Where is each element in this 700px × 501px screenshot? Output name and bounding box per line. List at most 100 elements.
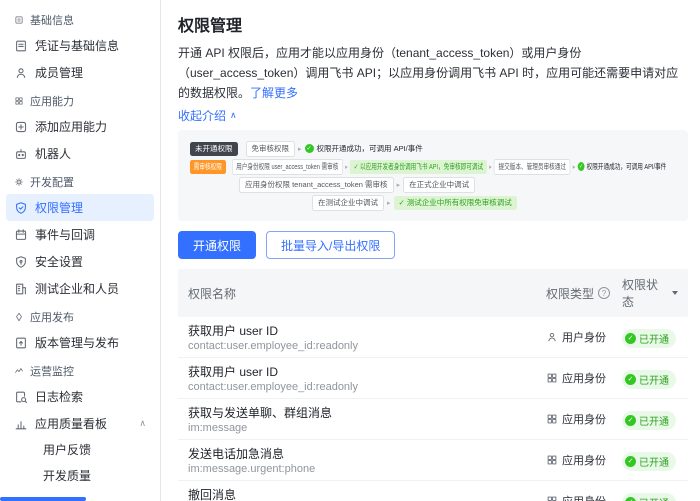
arrow-right-icon: ▸ bbox=[489, 163, 492, 171]
sidebar-section-label: 基础信息 bbox=[30, 12, 74, 28]
status-badge: ✓已开通 bbox=[622, 493, 676, 501]
test-org-icon bbox=[14, 282, 28, 296]
members-icon bbox=[14, 66, 28, 80]
sidebar-section-header: 开发配置 bbox=[0, 167, 160, 194]
permission-type-label: 应用身份 bbox=[562, 411, 606, 427]
sidebar-item[interactable]: 应用质量看板∧ bbox=[6, 410, 154, 437]
sidebar-item[interactable]: 事件与回调 bbox=[6, 221, 154, 248]
sidebar-section-header: 应用能力 bbox=[0, 86, 160, 113]
sidebar-item[interactable]: 添加应用能力 bbox=[6, 113, 154, 140]
permission-row[interactable]: 发送电话加急消息 im:message.urgent:phone 应用身份 ✓已… bbox=[178, 440, 688, 481]
app-identity-icon bbox=[546, 372, 558, 384]
permission-row[interactable]: 获取用户 user ID contact:user.employee_id:re… bbox=[178, 358, 688, 399]
horizontal-scrollbar-thumb[interactable] bbox=[0, 497, 86, 501]
arrow-right-icon: ▸ bbox=[345, 163, 348, 171]
sidebar-section-label: 运营监控 bbox=[30, 363, 74, 379]
chevron-up-icon: ∧ bbox=[230, 110, 237, 121]
intro-paragraph: 开通 API 权限后，应用才能以应用身份（tenant_access_token… bbox=[178, 44, 688, 103]
monitor-section-icon bbox=[14, 366, 24, 376]
app-identity-icon bbox=[546, 454, 558, 466]
check-circle-icon: ✓ bbox=[625, 456, 636, 467]
info-section-icon bbox=[14, 15, 24, 25]
sidebar-subitem[interactable]: 开发质量 bbox=[0, 463, 160, 489]
permission-type-label: 应用身份 bbox=[562, 370, 606, 386]
security-icon bbox=[14, 255, 28, 269]
arrow-right-icon: ▸ bbox=[298, 145, 302, 153]
check-circle-icon: ✓ bbox=[625, 333, 636, 344]
flow-tag: ✓以应用开发者身份调用飞书 API，免审核即可调试 bbox=[350, 160, 487, 174]
permission-row[interactable]: 获取与发送单聊、群组消息 im:message 应用身份 ✓已开通 bbox=[178, 399, 688, 440]
permission-name-cell: 获取与发送单聊、群组消息 im:message bbox=[188, 404, 546, 434]
column-permission-status-label: 权限状态 bbox=[622, 276, 668, 310]
collapse-intro-link[interactable]: 收起介绍 ∧ bbox=[178, 107, 237, 124]
permission-status-cell: ✓已开通 bbox=[622, 491, 678, 501]
sidebar-item[interactable]: 版本管理与发布 bbox=[6, 329, 154, 356]
permission-code: im:message.urgent:phone bbox=[188, 463, 546, 475]
batch-import-export-button[interactable]: 批量导入/导出权限 bbox=[266, 231, 395, 259]
column-permission-status[interactable]: 权限状态 bbox=[622, 276, 678, 310]
flow-tag: 免审核权限 bbox=[246, 141, 296, 157]
flow-tag: ✓权限开通成功，可调用 API/事件 bbox=[578, 161, 667, 172]
sidebar: 基础信息凭证与基础信息成员管理应用能力添加应用能力机器人开发配置权限管理事件与回… bbox=[0, 0, 161, 501]
permission-code: contact:user.employee_id:readonly bbox=[188, 340, 546, 352]
sidebar-item[interactable]: 凭证与基础信息 bbox=[6, 32, 154, 59]
column-permission-type: 权限类型 ? bbox=[546, 285, 622, 302]
sidebar-section-label: 开发配置 bbox=[30, 174, 74, 190]
permission-status-cell: ✓已开通 bbox=[622, 327, 678, 348]
permission-name: 发送电话加急消息 bbox=[188, 445, 546, 462]
status-badge: ✓已开通 bbox=[622, 370, 676, 389]
arrow-right-icon: ▸ bbox=[387, 199, 391, 207]
sidebar-section-header: 运营监控 bbox=[0, 356, 160, 383]
check-icon: ✓ bbox=[354, 162, 359, 171]
arrow-right-icon: ▸ bbox=[573, 163, 576, 171]
log-search-icon bbox=[14, 390, 28, 404]
sidebar-item[interactable]: 成员管理 bbox=[6, 59, 154, 86]
robot-icon bbox=[14, 147, 28, 161]
permission-status-cell: ✓已开通 bbox=[622, 368, 678, 389]
arrow-right-icon: ▸ bbox=[397, 181, 401, 189]
sidebar-item-label: 添加应用能力 bbox=[35, 118, 107, 135]
add-capability-icon bbox=[14, 120, 28, 134]
sidebar-section-label: 应用能力 bbox=[30, 93, 74, 109]
user-identity-icon bbox=[546, 331, 558, 343]
permission-row[interactable]: 获取用户 user ID contact:user.employee_id:re… bbox=[178, 317, 688, 358]
help-icon[interactable]: ? bbox=[598, 287, 610, 299]
sidebar-item-label: 应用质量看板 bbox=[35, 415, 107, 432]
quality-dashboard-icon bbox=[14, 417, 28, 431]
permission-name: 获取与发送单聊、群组消息 bbox=[188, 404, 546, 421]
permission-row[interactable]: 撤回消息 im:message:recall 应用身份 ✓已开通 bbox=[178, 481, 688, 501]
permission-type-cell: 应用身份 bbox=[546, 493, 622, 501]
permission-code: contact:user.employee_id:readonly bbox=[188, 381, 546, 393]
app-identity-icon bbox=[546, 495, 558, 501]
sidebar-item[interactable]: 安全设置 bbox=[6, 248, 154, 275]
sidebar-item[interactable]: 日志检索 bbox=[6, 383, 154, 410]
flow-tag: 需审核权限 bbox=[190, 160, 226, 174]
permission-table: 权限名称 权限类型 ? 权限状态 获取用户 user ID contact:us… bbox=[178, 269, 688, 501]
sidebar-item-label: 成员管理 bbox=[35, 64, 83, 81]
permission-icon bbox=[14, 201, 28, 215]
flow-row: 应用身份权限 tenant_access_token 需审核▸在正式企业中调试 bbox=[190, 177, 676, 192]
sidebar-item[interactable]: 权限管理 bbox=[6, 194, 154, 221]
permission-name-cell: 获取用户 user ID contact:user.employee_id:re… bbox=[188, 363, 546, 393]
permission-code: im:message bbox=[188, 422, 546, 434]
sidebar-item-label: 测试企业和人员 bbox=[35, 280, 119, 297]
learn-more-link[interactable]: 了解更多 bbox=[250, 86, 298, 100]
check-circle-icon: ✓ bbox=[625, 374, 636, 385]
sidebar-subitem[interactable]: 用户反馈 bbox=[0, 437, 160, 463]
flow-tag: 提交版本、管理员审核通过 bbox=[494, 159, 571, 175]
sidebar-item-label: 安全设置 bbox=[35, 253, 83, 270]
table-header-row: 权限名称 权限类型 ? 权限状态 bbox=[178, 269, 688, 317]
column-permission-type-label: 权限类型 bbox=[546, 285, 594, 302]
permission-name-cell: 发送电话加急消息 im:message.urgent:phone bbox=[188, 445, 546, 475]
permission-name: 获取用户 user ID bbox=[188, 363, 546, 380]
sidebar-item[interactable]: 机器人 bbox=[6, 140, 154, 167]
sidebar-item[interactable]: 测试企业和人员 bbox=[6, 275, 154, 302]
page-title: 权限管理 bbox=[178, 12, 688, 36]
check-circle-icon: ✓ bbox=[625, 415, 636, 426]
permission-type-cell: 应用身份 bbox=[546, 411, 622, 427]
flow-row: 在测试企业中调试▸✓测试企业中所有权限免审核调试 bbox=[190, 195, 676, 210]
check-circle-icon: ✓ bbox=[625, 497, 636, 501]
check-icon: ✓ bbox=[399, 198, 405, 207]
version-icon bbox=[14, 336, 28, 350]
open-permission-button[interactable]: 开通权限 bbox=[178, 231, 256, 259]
